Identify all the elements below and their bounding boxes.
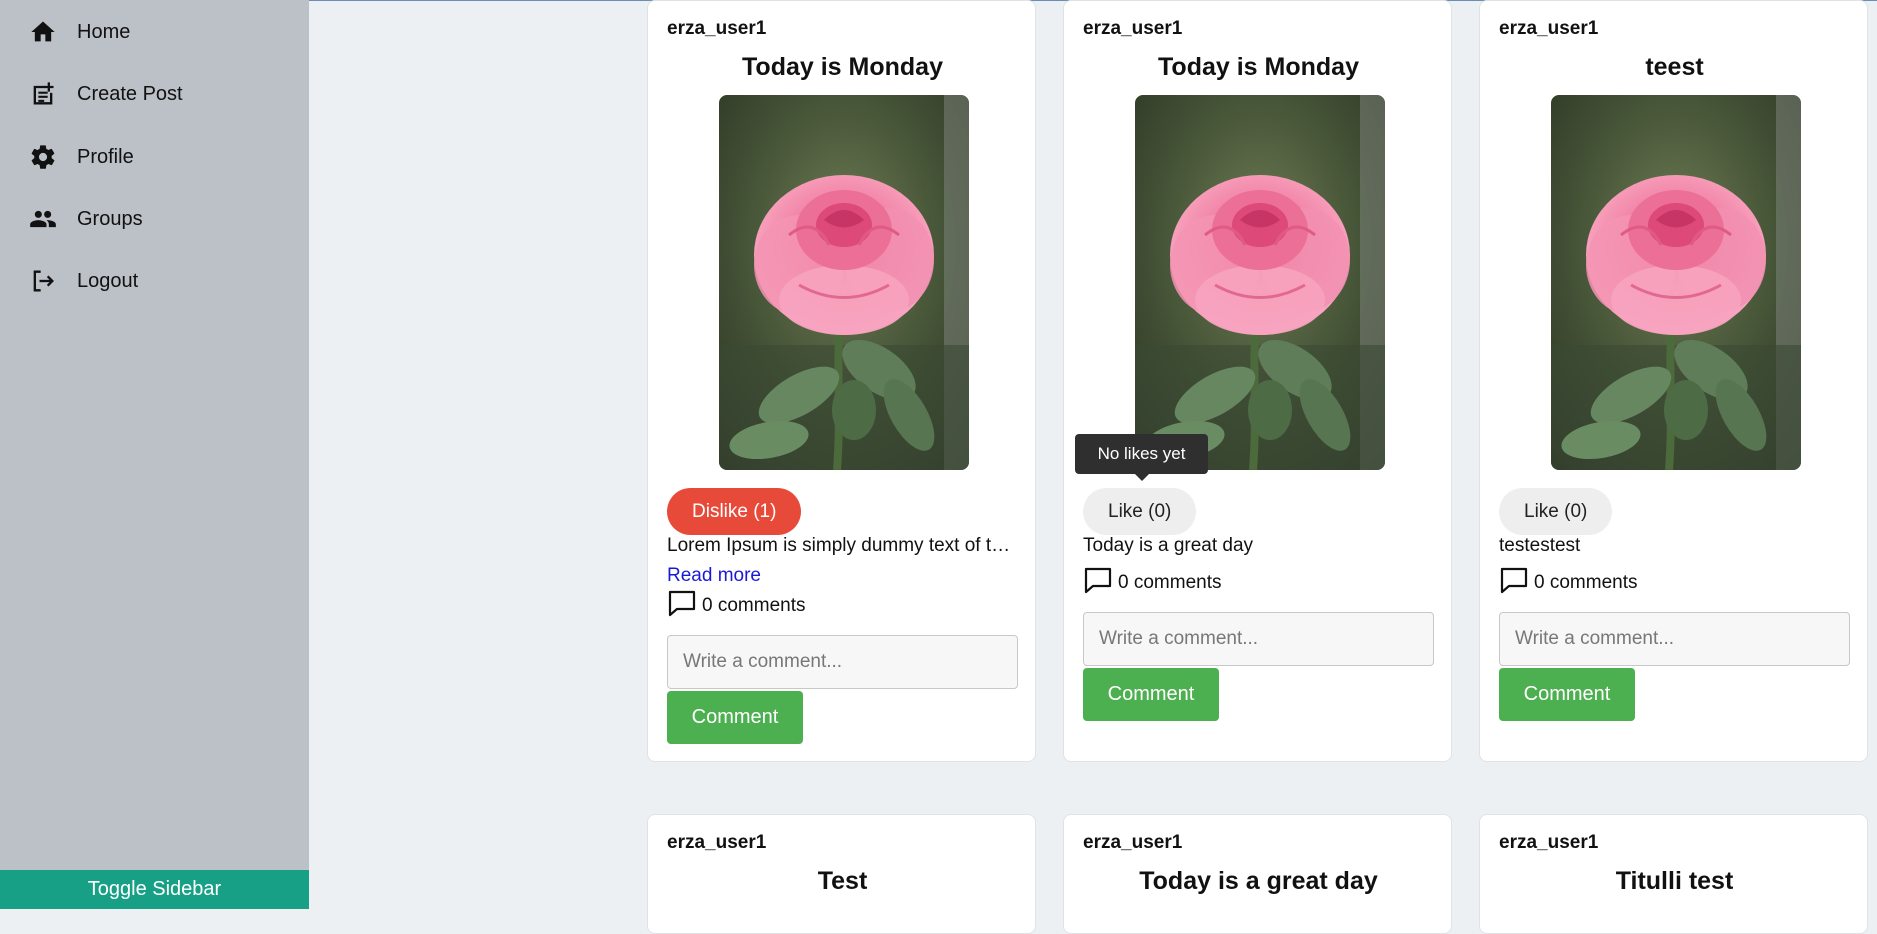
post-author[interactable]: erza_user1: [1499, 832, 1598, 854]
toggle-sidebar-button[interactable]: Toggle Sidebar: [0, 870, 309, 909]
post-card: erza_user1 Today is a great day: [1063, 814, 1452, 934]
post-card: erza_user1 Titulli test: [1479, 814, 1868, 934]
post-author[interactable]: erza_user1: [667, 832, 766, 854]
post-card: erza_user1 Today is Monday Like (0) Toda…: [1063, 0, 1452, 762]
post-author[interactable]: erza_user1: [1499, 18, 1598, 40]
sidebar-item-label: Groups: [77, 207, 143, 230]
post-description: Lorem Ipsum is simply dummy text of the …: [667, 535, 1017, 556]
sidebar-item-label: Create Post: [77, 82, 183, 105]
post-title: Today is a great day: [1139, 867, 1378, 895]
post-card: erza_user1 Today is Monday Dislike (1) L…: [647, 0, 1036, 762]
logout-icon: [28, 266, 58, 296]
tooltip-text: No likes yet: [1097, 444, 1186, 463]
sidebar-item-label: Home: [77, 20, 131, 43]
post-author[interactable]: erza_user1: [667, 18, 766, 40]
post-image: [1551, 95, 1801, 470]
comments-count[interactable]: 0 comments: [1499, 566, 1637, 594]
comments-count[interactable]: 0 comments: [1083, 566, 1221, 594]
post-card: erza_user1 Test: [647, 814, 1036, 934]
comment-button[interactable]: Comment: [667, 691, 803, 744]
comment-input[interactable]: [1499, 612, 1850, 666]
home-icon: [28, 17, 58, 47]
like-button[interactable]: Like (0): [1083, 488, 1197, 535]
post-title: Today is Monday: [1158, 53, 1359, 81]
comments-label: 0 comments: [702, 595, 806, 616]
post-author[interactable]: erza_user1: [1083, 832, 1182, 854]
sidebar: Home Create Post Profile Groups Logout T…: [0, 0, 309, 909]
sidebar-item-profile[interactable]: Profile: [0, 132, 309, 182]
post-author[interactable]: erza_user1: [1083, 18, 1182, 40]
comment-button[interactable]: Comment: [1499, 668, 1635, 721]
comments-label: 0 comments: [1534, 572, 1638, 593]
dislike-button[interactable]: Dislike (1): [667, 488, 802, 535]
sidebar-item-create-post[interactable]: Create Post: [0, 69, 309, 119]
sidebar-item-label: Profile: [77, 145, 134, 168]
sidebar-item-groups[interactable]: Groups: [0, 194, 309, 244]
post-title: Test: [817, 867, 868, 895]
sidebar-item-logout[interactable]: Logout: [0, 256, 309, 306]
gear-icon: [28, 142, 58, 172]
post-card: erza_user1 teest Like (0) testestest 0 c…: [1479, 0, 1868, 762]
post-description: testestest: [1499, 535, 1581, 556]
comment-icon: [1084, 567, 1112, 594]
post-image: [1135, 95, 1385, 470]
post-description: Today is a great day: [1083, 535, 1254, 556]
comment-button[interactable]: Comment: [1083, 668, 1219, 721]
tooltip-arrow: [1135, 474, 1149, 481]
comment-icon: [1500, 567, 1528, 594]
groups-icon: [28, 204, 58, 234]
comments-count[interactable]: 0 comments: [667, 589, 805, 617]
like-button[interactable]: Like (0): [1499, 488, 1613, 535]
post-image: [719, 95, 969, 470]
comment-icon: [668, 590, 696, 617]
likes-tooltip: No likes yet: [1075, 434, 1208, 481]
sidebar-item-home[interactable]: Home: [0, 7, 309, 57]
post-title: teest: [1645, 53, 1704, 81]
create-post-icon: [28, 79, 58, 109]
comment-input[interactable]: [667, 635, 1018, 689]
post-title: Today is Monday: [742, 53, 943, 81]
post-title: Titulli test: [1615, 867, 1734, 895]
comment-input[interactable]: [1083, 612, 1434, 666]
read-more-link[interactable]: Read more: [667, 565, 761, 587]
sidebar-item-label: Logout: [77, 269, 139, 292]
comments-label: 0 comments: [1118, 572, 1222, 593]
